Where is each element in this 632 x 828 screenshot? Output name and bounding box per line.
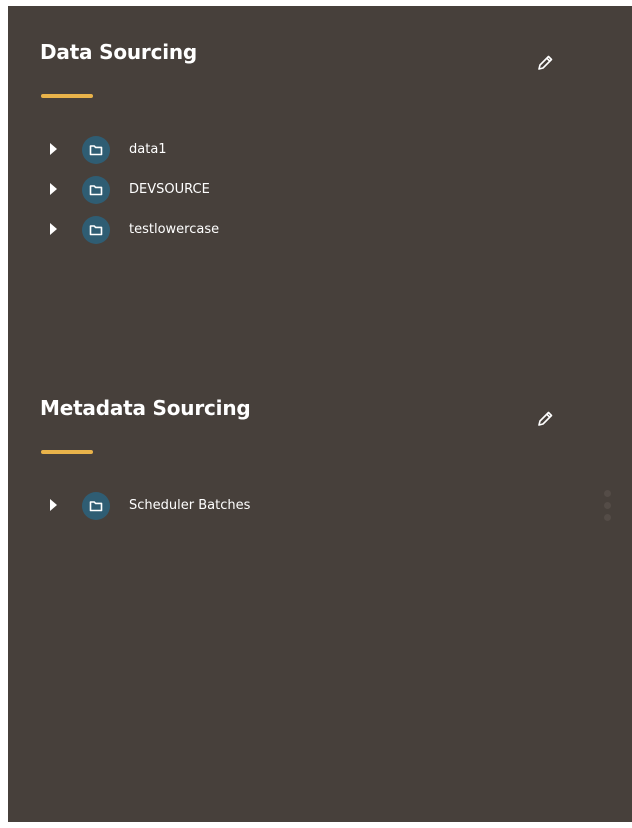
metadata-sourcing-tree: Scheduler Batches (8, 486, 632, 526)
tree-item-testlowercase[interactable]: testlowercase (8, 210, 632, 250)
scroll-dot (604, 502, 611, 509)
scrollbar-handle[interactable] (604, 490, 612, 526)
tree-item-label[interactable]: DEVSOURCE (129, 182, 210, 197)
data-sourcing-title: Data Sourcing (40, 40, 198, 64)
scroll-dot (604, 490, 611, 497)
pencil-icon (538, 411, 553, 426)
data-sourcing-edit-button[interactable] (532, 50, 558, 76)
title-underline (41, 450, 93, 454)
folder-icon (82, 136, 110, 164)
folder-icon (82, 176, 110, 204)
data-sourcing-tree: data1 DEVSOURCE testlowercase (8, 130, 632, 250)
folder-icon (82, 216, 110, 244)
sourcing-panel: Data Sourcing data1 DEVSOURCE testlowerc… (8, 6, 632, 822)
folder-icon (82, 492, 110, 520)
caret-right-icon[interactable] (50, 143, 57, 155)
scroll-dot (604, 514, 611, 521)
tree-item-data1[interactable]: data1 (8, 130, 632, 170)
caret-right-icon[interactable] (50, 223, 57, 235)
metadata-sourcing-title: Metadata Sourcing (40, 396, 251, 420)
tree-item-devsource[interactable]: DEVSOURCE (8, 170, 632, 210)
tree-item-scheduler-batches[interactable]: Scheduler Batches (8, 486, 632, 526)
tree-item-label[interactable]: Scheduler Batches (129, 498, 250, 513)
caret-right-icon[interactable] (50, 183, 57, 195)
tree-item-label[interactable]: data1 (129, 142, 167, 157)
caret-right-icon[interactable] (50, 499, 57, 511)
title-underline (41, 94, 93, 98)
pencil-icon (538, 55, 553, 70)
tree-item-label[interactable]: testlowercase (129, 222, 219, 237)
metadata-sourcing-edit-button[interactable] (532, 406, 558, 432)
